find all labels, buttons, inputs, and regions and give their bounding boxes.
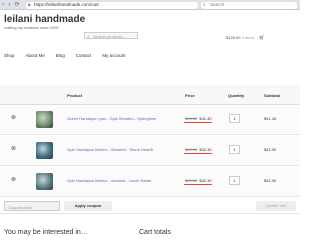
coupon-code-input[interactable]: Coupon code: [4, 201, 60, 211]
cart-row: ⊗ Spiz Handspun Merino - Worsted - Stone…: [0, 136, 300, 166]
address-bar[interactable]: 🔒︎ https://leilanihandmade.com/cart: [26, 1, 198, 9]
column-header-product: Product: [67, 93, 83, 98]
cart-totals-heading: Cart totals: [139, 229, 171, 236]
update-cart-button[interactable]: Update cart: [256, 201, 296, 211]
original-price: $47.00: [185, 147, 198, 152]
column-header-subtotal: Subtotal: [264, 93, 280, 98]
search-icon: ⌕: [87, 33, 90, 39]
nav-item-contact[interactable]: Contact: [76, 53, 92, 58]
remove-icon[interactable]: ⊗: [11, 146, 17, 152]
remove-icon[interactable]: ⊗: [11, 115, 17, 121]
site-branding: leilani handmade crafting my creations s…: [4, 14, 85, 30]
product-thumbnail[interactable]: [36, 173, 53, 190]
header-cart-link[interactable]: $128.00 3 items 🛒︎: [226, 35, 265, 41]
browser-toolbar: ‹ › ⟳ 🔒︎ https://leilanihandmade.com/car…: [0, 0, 300, 10]
product-search-input[interactable]: ⌕ Search products…: [84, 32, 138, 39]
cross-sells-heading: You may be interested in…: [4, 229, 88, 236]
quantity-input[interactable]: 1: [229, 145, 240, 154]
nav-item-my-account[interactable]: My account: [102, 53, 125, 58]
main-navigation: Shop About Me Blog Contact My account: [4, 53, 125, 58]
quantity-input[interactable]: 1: [229, 114, 240, 123]
row-subtotal: $42.30: [264, 178, 277, 183]
cart-table-header: Product Price Quantity Subtotal: [0, 85, 300, 105]
row-subtotal: $42.30: [264, 147, 277, 152]
product-search-placeholder: Search products…: [93, 34, 127, 39]
price-highlight-mark: [184, 184, 212, 186]
column-header-price: Price: [185, 93, 195, 98]
browser-search-box[interactable]: ⌕ Search: [201, 1, 297, 9]
row-subtotal: $41.40: [264, 116, 277, 121]
apply-coupon-button[interactable]: Apply coupon: [64, 201, 112, 211]
nav-item-shop[interactable]: Shop: [4, 53, 15, 58]
product-price: $46.00 $41.40: [185, 116, 212, 121]
cart-actions: Coupon code Apply coupon Update cart: [0, 198, 300, 214]
nav-item-blog[interactable]: Blog: [56, 53, 65, 58]
cart-item-count: 3 items: [241, 35, 255, 40]
browser-search-placeholder: Search: [210, 2, 225, 7]
cart-icon: 🛒︎: [258, 35, 265, 41]
cart-total: $128.00: [226, 35, 241, 40]
product-price: $47.00 $42.30: [185, 178, 212, 183]
product-price: $47.00 $42.30: [185, 147, 212, 152]
product-thumbnail[interactable]: [36, 142, 53, 159]
search-icon: ⌕: [203, 1, 206, 7]
site-tagline: crafting my creations since 2005: [4, 26, 59, 30]
sale-price: $42.30: [199, 147, 212, 152]
url-text[interactable]: https://leilanihandmade.com/cart: [34, 2, 99, 7]
browser-nav-icons[interactable]: ‹ › ⟳: [2, 1, 21, 8]
original-price: $47.00: [185, 178, 198, 183]
cart-row: ⊗ Spiz Handspun Merino - worsted - Lunch…: [0, 167, 300, 197]
price-highlight-mark: [184, 153, 212, 155]
cart-row: ⊗ Green Handspun yarn - Spiz Worsted - S…: [0, 105, 300, 135]
sale-price: $42.30: [199, 178, 212, 183]
sale-price: $41.40: [199, 116, 212, 121]
column-header-quantity: Quantity: [228, 93, 245, 98]
product-thumbnail[interactable]: [36, 111, 53, 128]
remove-icon[interactable]: ⊗: [11, 177, 17, 183]
coupon-code-placeholder: Coupon code: [8, 204, 32, 210]
nav-item-about-me[interactable]: About Me: [26, 53, 45, 58]
price-highlight-mark: [184, 122, 212, 124]
product-name-link[interactable]: Green Handspun yarn - Spiz Worsted - Spr…: [67, 116, 156, 121]
product-name-link[interactable]: Spiz Handspun Merino - worsted - Lunch S…: [67, 178, 151, 183]
product-name-link[interactable]: Spiz Handspun Merino - Worsted - Stone H…: [67, 147, 153, 152]
site-title[interactable]: leilani handmade: [4, 14, 85, 25]
quantity-input[interactable]: 1: [229, 176, 240, 185]
lock-icon: 🔒︎: [28, 1, 31, 7]
original-price: $46.00: [185, 116, 198, 121]
